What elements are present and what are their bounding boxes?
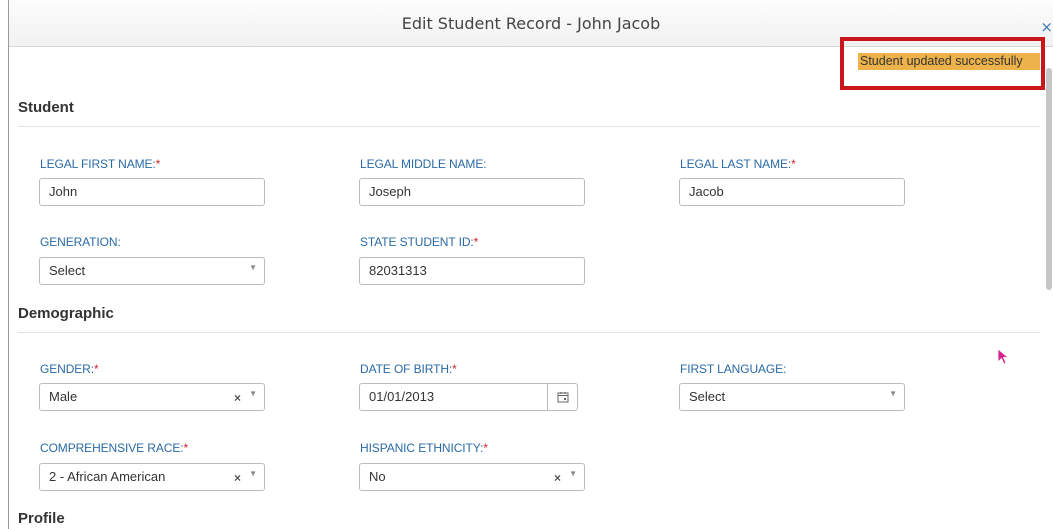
first-language-value: Select xyxy=(689,389,726,404)
comprehensive-race-value: 2 - African American xyxy=(49,469,166,484)
hispanic-ethnicity-value: No xyxy=(369,469,386,484)
section-title-demographic: Demographic xyxy=(18,305,114,322)
last-name-input[interactable]: Jacob xyxy=(679,178,905,206)
last-name-label: LEGAL LAST NAME:* xyxy=(680,157,796,171)
clear-icon[interactable]: × xyxy=(554,464,561,492)
middle-name-label: LEGAL MIDDLE NAME: xyxy=(360,157,487,171)
section-title-profile: Profile xyxy=(18,510,65,527)
hispanic-ethnicity-select[interactable]: No × ▼ xyxy=(359,463,585,491)
clear-icon[interactable]: × xyxy=(234,464,241,492)
chevron-down-icon: ▼ xyxy=(249,263,257,272)
comprehensive-race-select[interactable]: 2 - African American × ▼ xyxy=(39,463,265,491)
toast-message: Student updated successfully xyxy=(858,53,1040,70)
chevron-down-icon: ▼ xyxy=(249,389,257,398)
first-name-input[interactable]: John xyxy=(39,178,265,206)
date-of-birth-input[interactable]: 01/01/2013 xyxy=(359,383,578,411)
scrollbar[interactable] xyxy=(1046,68,1052,290)
first-language-select[interactable]: Select ▼ xyxy=(679,383,905,411)
middle-name-input[interactable]: Joseph xyxy=(359,178,585,206)
gender-select[interactable]: Male × ▼ xyxy=(39,383,265,411)
chevron-down-icon: ▼ xyxy=(249,469,257,478)
clear-icon[interactable]: × xyxy=(234,384,241,412)
generation-label: GENERATION: xyxy=(40,235,121,249)
section-divider xyxy=(18,126,1040,127)
first-name-label: LEGAL FIRST NAME:* xyxy=(40,157,161,171)
mouse-cursor-icon xyxy=(997,348,1009,365)
first-language-label: FIRST LANGUAGE: xyxy=(680,362,787,376)
gender-label: GENDER:* xyxy=(40,362,99,376)
generation-value: Select xyxy=(49,263,86,278)
date-of-birth-value: 01/01/2013 xyxy=(369,389,435,404)
generation-select[interactable]: Select ▼ xyxy=(39,257,265,285)
modal-title: Edit Student Record - John Jacob xyxy=(401,14,661,33)
section-divider xyxy=(18,332,1040,333)
date-of-birth-label: DATE OF BIRTH:* xyxy=(360,362,457,376)
calendar-icon[interactable] xyxy=(547,383,577,411)
chevron-down-icon: ▼ xyxy=(889,389,897,398)
gender-value: Male xyxy=(49,389,78,404)
comprehensive-race-label: COMPREHENSIVE RACE:* xyxy=(40,441,189,455)
close-icon[interactable]: × xyxy=(1040,20,1053,35)
hispanic-ethnicity-label: HISPANIC ETHNICITY:* xyxy=(360,441,488,455)
state-student-id-input[interactable]: 82031313 xyxy=(359,257,585,285)
chevron-down-icon: ▼ xyxy=(569,469,577,478)
section-title-student: Student xyxy=(18,99,74,116)
state-student-id-label: STATE STUDENT ID:* xyxy=(360,235,479,249)
